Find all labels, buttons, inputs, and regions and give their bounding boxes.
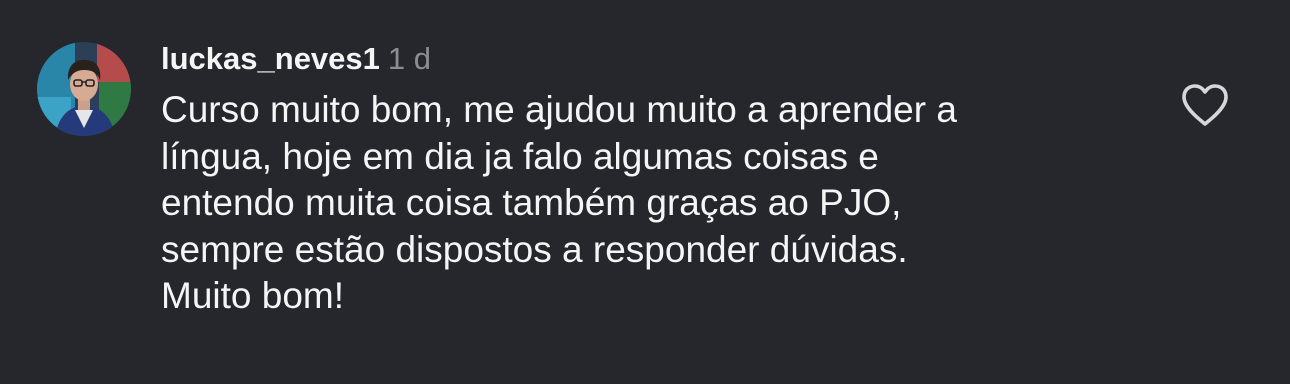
comment-text-line: língua, hoje em dia ja falo algumas cois… (161, 135, 879, 177)
comment-text-line: Muito bom! (161, 275, 345, 316)
comment-row: luckas_neves1 1 d Curso muito bom, me aju… (0, 0, 1290, 384)
comment-text-line: Curso muito bom, me ajudou muito a apren… (161, 89, 957, 130)
heart-outline-icon (1182, 84, 1228, 126)
avatar[interactable] (37, 42, 131, 136)
avatar-image (37, 42, 131, 136)
like-button[interactable] (1180, 82, 1230, 128)
comment-body: luckas_neves1 1 d Curso muito bom, me aju… (161, 39, 1141, 320)
username-link[interactable]: luckas_neves1 (161, 41, 380, 76)
comment-meta: luckas_neves1 1 d (161, 39, 1141, 79)
comment-text: Curso muito bom, me ajudou muito a apren… (161, 87, 1141, 320)
timestamp: 1 d (387, 41, 432, 76)
comment-text-line: entendo muita coisa também graças ao PJO… (161, 182, 902, 223)
comment-text-line: sempre estão dispostos a responder dúvid… (161, 228, 908, 270)
